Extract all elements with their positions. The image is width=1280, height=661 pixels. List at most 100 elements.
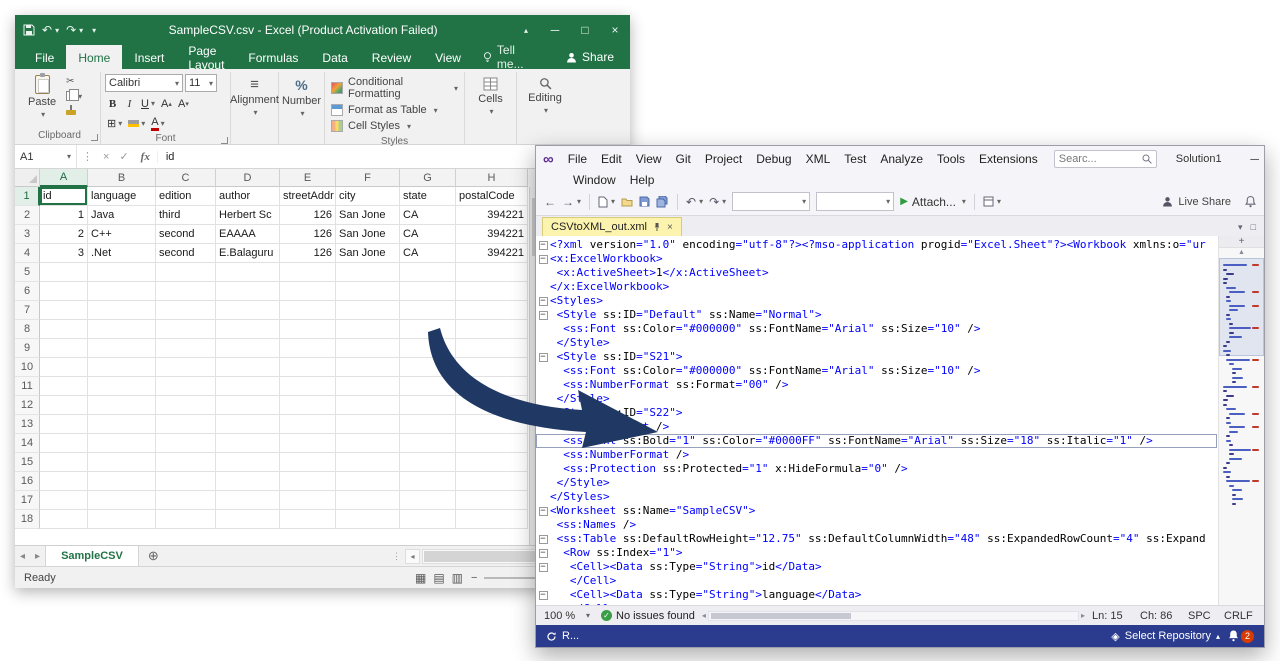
cell-G5[interactable] [400,263,456,282]
cell-H14[interactable] [456,434,528,453]
cell-A17[interactable] [40,491,88,510]
cell-C16[interactable] [156,472,216,491]
cell-H1[interactable]: postalCode [456,187,528,206]
cell-F9[interactable] [336,339,400,358]
cell-G17[interactable] [400,491,456,510]
cell-A5[interactable] [40,263,88,282]
ribbon-tab-file[interactable]: File [23,45,66,69]
cell-B14[interactable] [88,434,156,453]
row-header-14[interactable]: 14 [15,434,40,453]
fold-toggle-icon[interactable]: − [539,311,548,320]
row-header-7[interactable]: 7 [15,301,40,320]
row-header-17[interactable]: 17 [15,491,40,510]
cell-E12[interactable] [280,396,336,415]
repo-status[interactable]: R... [546,630,579,642]
ribbon-tab-view[interactable]: View [423,45,473,69]
italic-button[interactable]: I [122,95,137,112]
cell-G15[interactable] [400,453,456,472]
cell-A7[interactable] [40,301,88,320]
font-name-select[interactable]: Calibri▾ [105,74,183,92]
row-header-16[interactable]: 16 [15,472,40,491]
cell-H16[interactable] [456,472,528,491]
feedback-bell-icon[interactable] [1245,196,1256,208]
cell-D4[interactable]: E.Balaguru [216,244,280,263]
cell-G6[interactable] [400,282,456,301]
ribbon-tab-formulas[interactable]: Formulas [236,45,310,69]
row-header-13[interactable]: 13 [15,415,40,434]
fold-toggle-icon[interactable]: − [539,241,548,250]
redo-button[interactable]: ↷▾ [709,195,726,209]
cell-C8[interactable] [156,320,216,339]
row-header-11[interactable]: 11 [15,377,40,396]
fold-toggle-icon[interactable]: − [539,549,548,558]
select-all-corner[interactable] [15,169,40,187]
cell-A9[interactable] [40,339,88,358]
cell-E14[interactable] [280,434,336,453]
column-header-E[interactable]: E [280,169,336,187]
pin-icon[interactable] [653,222,661,232]
new-file-button[interactable]: ▾ [598,196,615,208]
cell-C14[interactable] [156,434,216,453]
cell-F11[interactable] [336,377,400,396]
cell-H4[interactable]: 394221 [456,244,528,263]
cell-B4[interactable]: .Net [88,244,156,263]
cell-E3[interactable]: 126 [280,225,336,244]
close-button[interactable]: × [600,15,630,45]
cell-D16[interactable] [216,472,280,491]
cell-C7[interactable] [156,301,216,320]
cell-F1[interactable]: city [336,187,400,206]
cell-A4[interactable]: 3 [40,244,88,263]
cell-D18[interactable] [216,510,280,529]
cell-styles-button[interactable]: Cell Styles▾ [331,120,458,132]
cell-C9[interactable] [156,339,216,358]
cell-H18[interactable] [456,510,528,529]
cell-C15[interactable] [156,453,216,472]
cell-F15[interactable] [336,453,400,472]
cell-E10[interactable] [280,358,336,377]
sheetbar-divider-icon[interactable]: ⋮ [392,551,401,562]
confirm-entry-icon[interactable]: ✓ [114,150,133,163]
cell-D17[interactable] [216,491,280,510]
menu-xml[interactable]: XML [799,150,838,168]
cell-A11[interactable] [40,377,88,396]
cell-B10[interactable] [88,358,156,377]
select-repository-button[interactable]: ◈ Select Repository ▴ [1111,630,1220,643]
cell-F14[interactable] [336,434,400,453]
row-header-10[interactable]: 10 [15,358,40,377]
cell-E13[interactable] [280,415,336,434]
cell-H10[interactable] [456,358,528,377]
cell-E4[interactable]: 126 [280,244,336,263]
cell-E7[interactable] [280,301,336,320]
cell-D6[interactable] [216,282,280,301]
cell-B13[interactable] [88,415,156,434]
clipboard-dialog-launcher[interactable] [91,134,98,141]
row-header-5[interactable]: 5 [15,263,40,282]
notifications-bell[interactable]: 2 [1228,630,1254,643]
maximize-button[interactable]: □ [570,15,600,45]
cell-G4[interactable]: CA [400,244,456,263]
cell-G13[interactable] [400,415,456,434]
cell-E17[interactable] [280,491,336,510]
cell-G2[interactable]: CA [400,206,456,225]
cell-H3[interactable]: 394221 [456,225,528,244]
navigate-forward-button[interactable]: →▾ [562,195,581,209]
cell-G14[interactable] [400,434,456,453]
editor-zoom-select[interactable]: 100 %▾ [540,610,594,622]
save-all-button[interactable] [656,196,669,208]
column-header-C[interactable]: C [156,169,216,187]
insert-function-button[interactable]: fx [134,151,158,163]
search-input[interactable] [1059,153,1139,165]
cell-F7[interactable] [336,301,400,320]
cell-F2[interactable]: San Jone [336,206,400,225]
cell-H6[interactable] [456,282,528,301]
cell-C1[interactable]: edition [156,187,216,206]
cell-F10[interactable] [336,358,400,377]
menu-extensions[interactable]: Extensions [972,150,1045,168]
cut-button[interactable]: ✂ [66,76,74,87]
cell-G8[interactable] [400,320,456,339]
fold-toggle-icon[interactable]: − [539,297,548,306]
cell-E9[interactable] [280,339,336,358]
sheet-nav-right-icon[interactable]: ▸ [30,551,45,562]
cell-A18[interactable] [40,510,88,529]
menu-analyze[interactable]: Analyze [873,150,930,168]
